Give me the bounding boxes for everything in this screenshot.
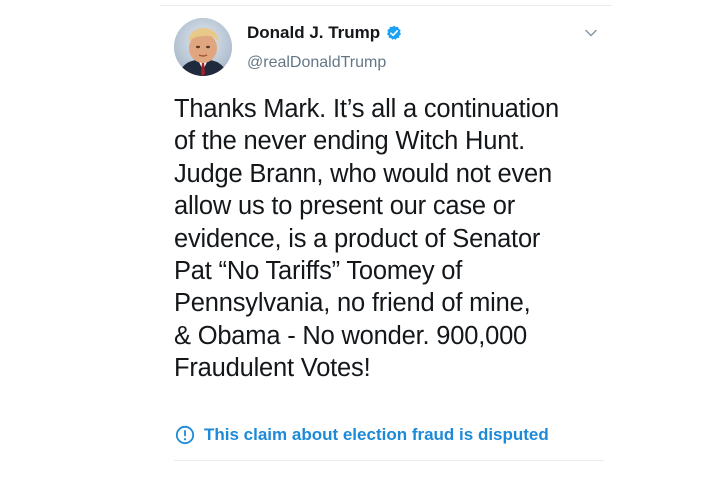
tweet-card: Donald J. Trump @realDonaldTrump Thanks … (160, 0, 612, 484)
tweet-text-line: of the never ending Witch Hunt. (174, 127, 525, 156)
tweet-text-line: & Obama - No wonder. 900,000 (174, 321, 528, 350)
top-divider (160, 5, 612, 6)
info-circle-icon (175, 425, 195, 445)
display-name[interactable]: Donald J. Trump (247, 22, 380, 44)
disputed-claim-label[interactable]: This claim about election fraud is dispu… (175, 424, 549, 446)
tweet-text-line: allow us to present our case or (174, 192, 516, 221)
profile-photo-icon (174, 18, 232, 76)
author-handle[interactable]: @realDonaldTrump (247, 52, 386, 74)
bottom-divider (174, 460, 604, 461)
tweet-text-line: Judge Brann, who would not even (174, 159, 552, 188)
verified-badge-icon (386, 25, 402, 41)
disputed-claim-text[interactable]: This claim about election fraud is dispu… (204, 424, 549, 446)
avatar[interactable] (174, 18, 232, 76)
tweet-text: Thanks Mark. It’s all a continuation of … (174, 93, 610, 385)
tweet-text-line: Pennsylvania, no friend of mine, (174, 289, 531, 318)
author-name-row[interactable]: Donald J. Trump (247, 22, 402, 44)
page: Donald J. Trump @realDonaldTrump Thanks … (0, 0, 726, 484)
tweet-text-line: Thanks Mark. It’s all a continuation (174, 95, 559, 123)
tweet-text-line: evidence, is a product of Senator (174, 224, 541, 253)
chevron-down-icon[interactable] (584, 28, 598, 38)
tweet-text-line: Pat “No Tariffs” Toomey of (174, 257, 463, 286)
tweet-text-line: Fraudulent Votes! (174, 354, 371, 383)
